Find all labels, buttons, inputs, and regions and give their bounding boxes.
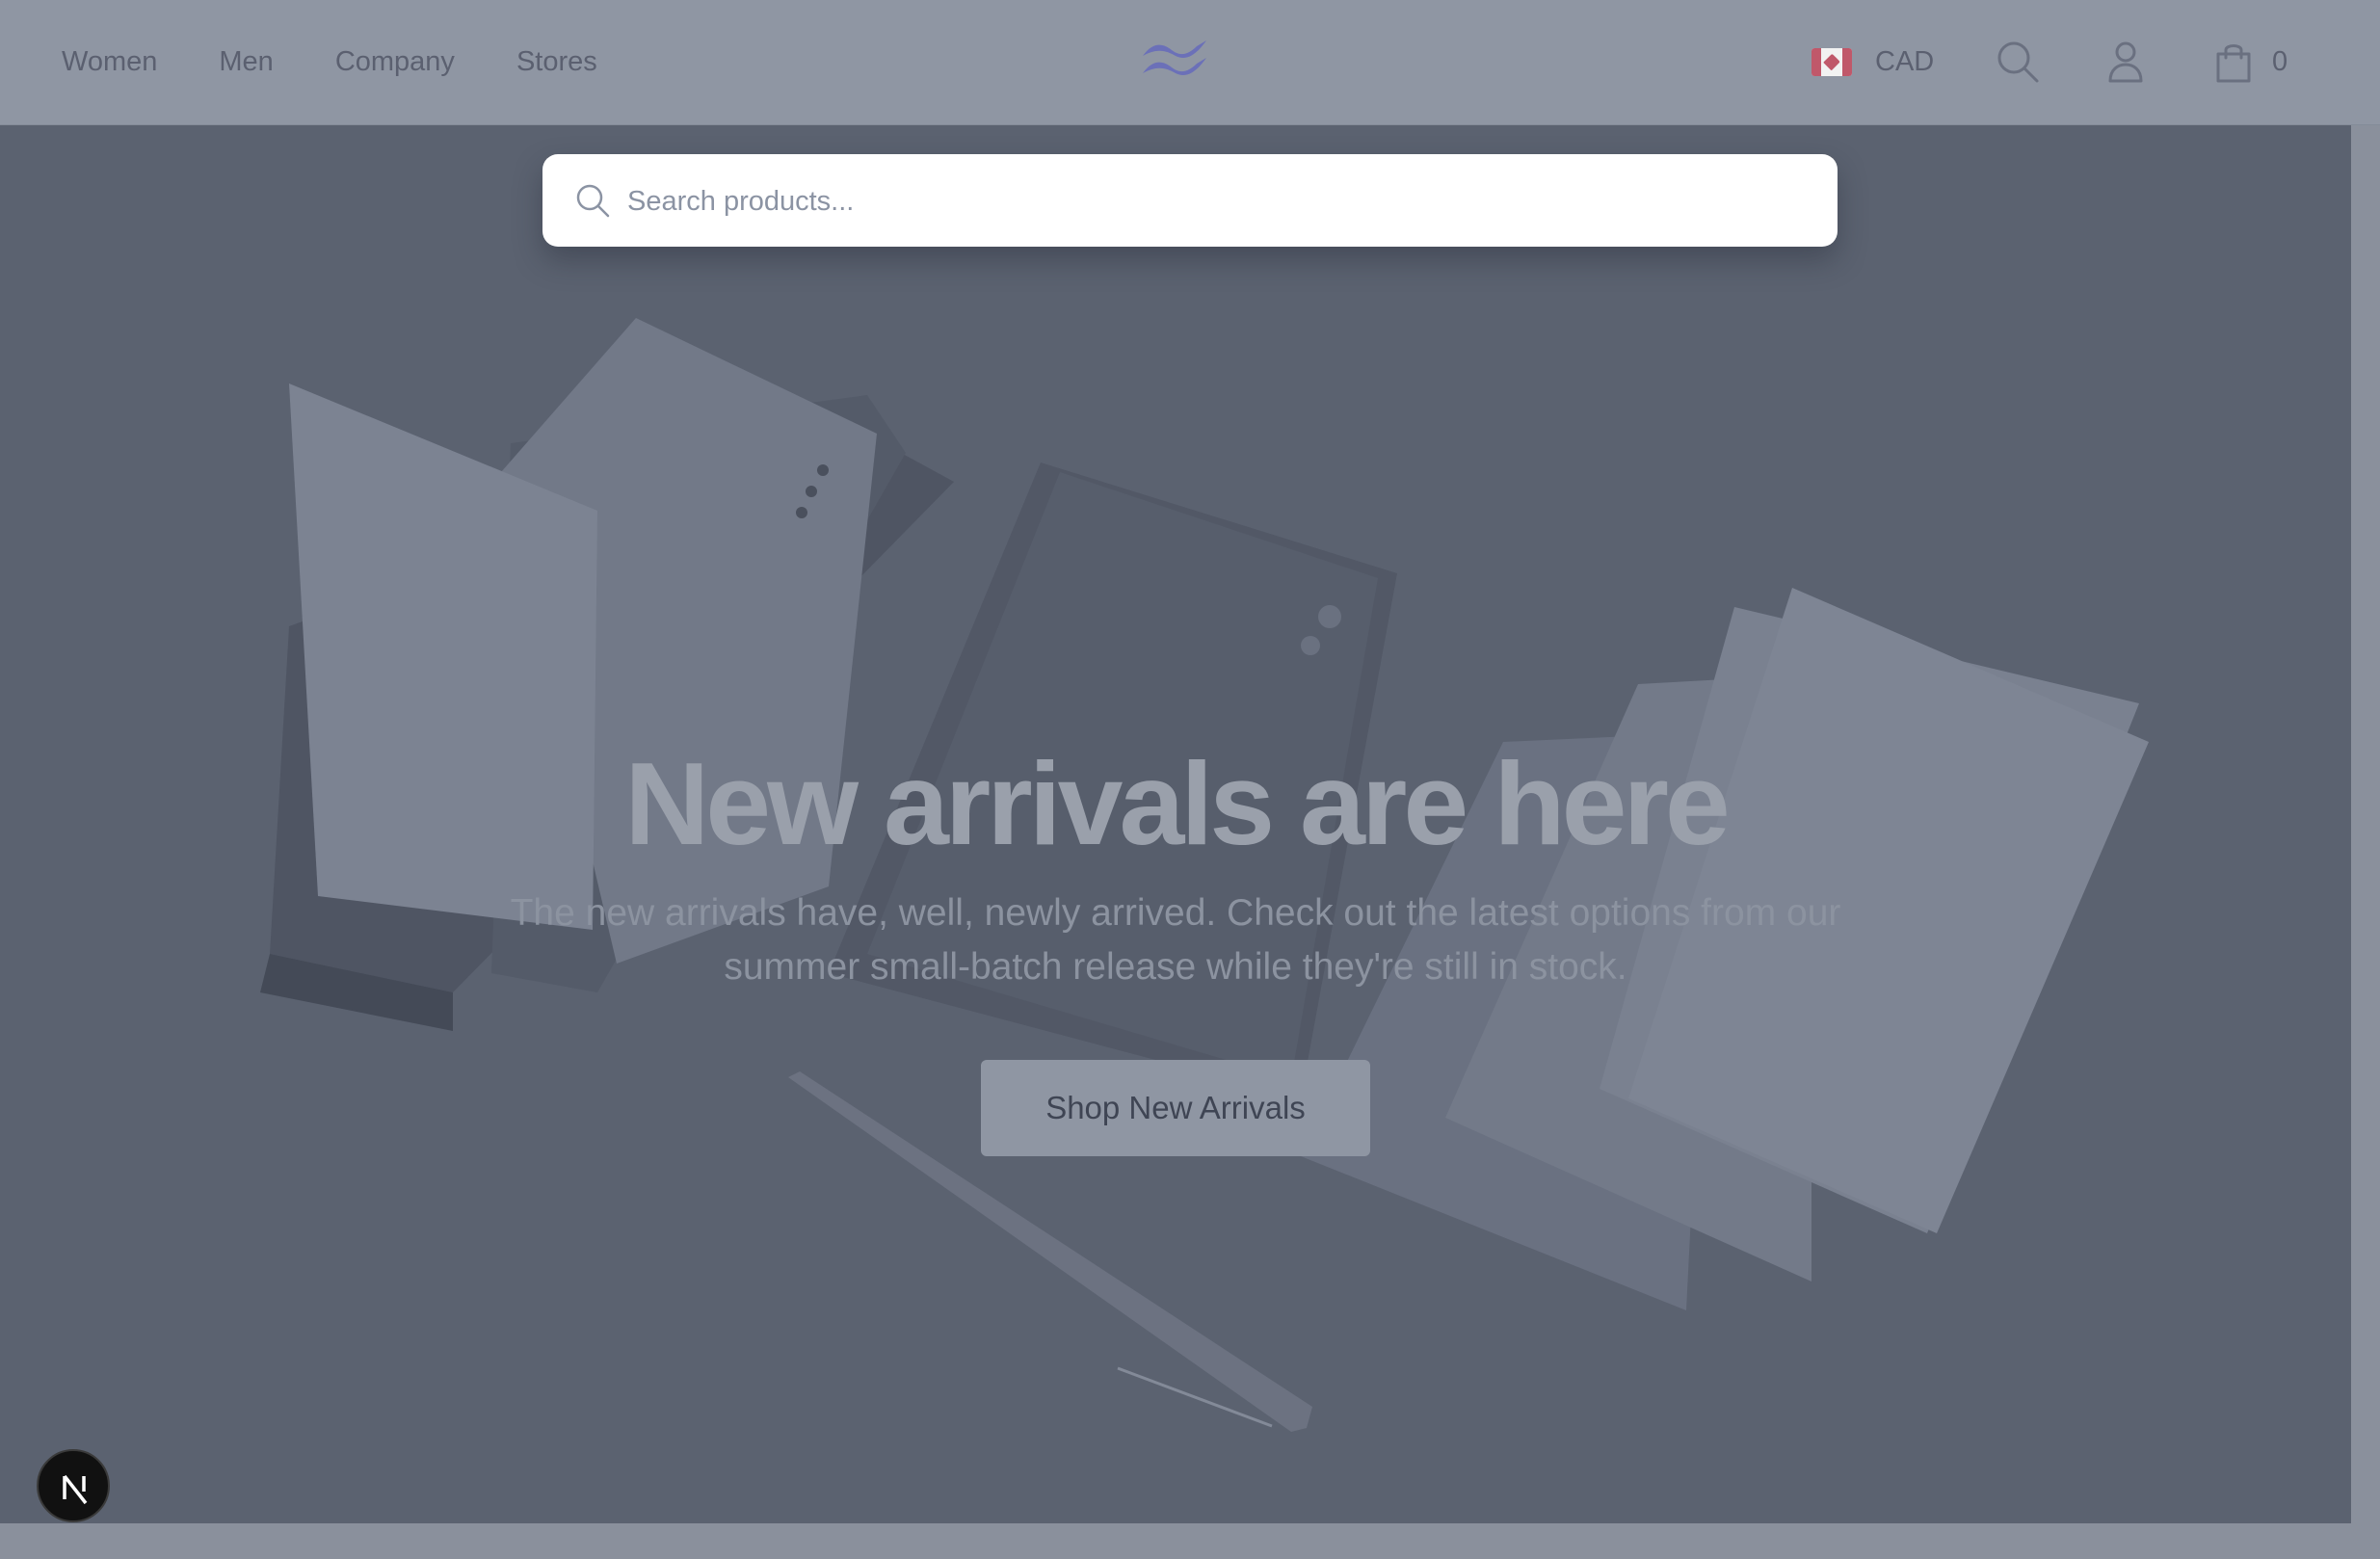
nextjs-dev-badge[interactable] xyxy=(37,1449,110,1522)
nav-item-stores[interactable]: Stores xyxy=(516,46,597,78)
shop-new-arrivals-button[interactable]: Shop New Arrivals xyxy=(981,1060,1370,1156)
tailwind-wave-logo-icon[interactable] xyxy=(1139,35,1210,83)
user-icon[interactable] xyxy=(2102,39,2149,85)
nextjs-logo-icon xyxy=(63,1474,88,1505)
site-header: Women Men Company Stores CAD 0 xyxy=(0,0,2380,125)
hero-subtitle: The new arrivals have, well, newly arriv… xyxy=(510,892,1841,988)
nav-item-women[interactable]: Women xyxy=(62,46,157,78)
search-icon[interactable] xyxy=(1995,39,2041,85)
search-icon xyxy=(576,184,610,218)
page-bottom-overlay xyxy=(0,1523,2380,1559)
canada-flag-icon xyxy=(1811,47,1852,76)
nav-item-men[interactable]: Men xyxy=(219,46,273,78)
page-scrollbar[interactable] xyxy=(2351,125,2380,1523)
search-box[interactable] xyxy=(542,154,1838,249)
shopping-bag-icon[interactable] xyxy=(2210,39,2257,85)
currency-code: CAD xyxy=(1875,45,1935,77)
search-input[interactable] xyxy=(625,154,1814,249)
cart-count[interactable]: 0 xyxy=(2272,46,2287,78)
currency-selector[interactable]: CAD xyxy=(1811,42,1934,81)
nav-item-company[interactable]: Company xyxy=(335,46,455,78)
hero-title: New arrivals are here xyxy=(624,738,1731,869)
hero-section: New arrivals are here The new arrivals h… xyxy=(0,125,2351,1523)
main-nav: Women Men Company Stores xyxy=(62,0,659,124)
